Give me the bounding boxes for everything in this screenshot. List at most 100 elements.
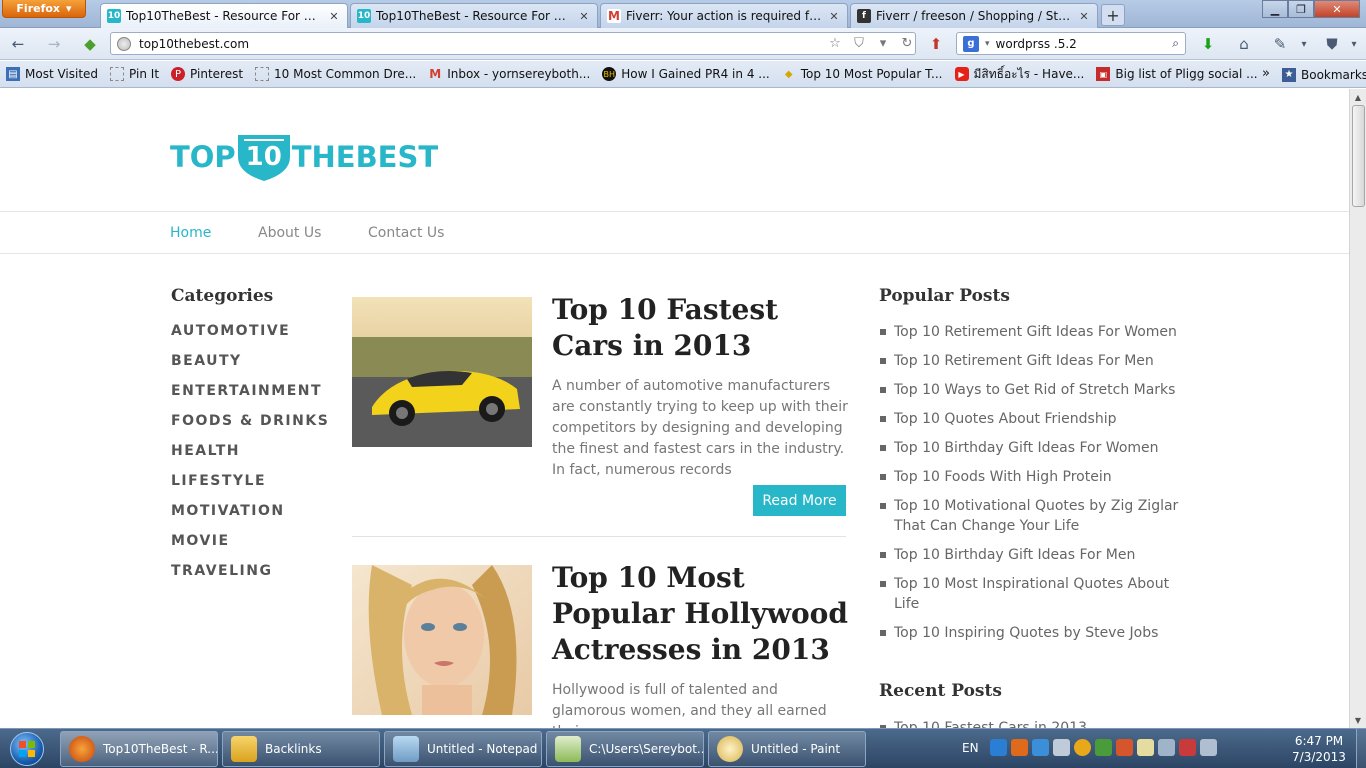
search-input[interactable]: wordprss .5.2 xyxy=(996,37,1167,51)
bookmark-common-dre[interactable]: 10 Most Common Dre... xyxy=(249,67,422,81)
bookmark-top10-popular[interactable]: ◆ Top 10 Most Popular T... xyxy=(776,67,949,81)
popular-post-link[interactable]: Top 10 Inspiring Quotes by Steve Jobs xyxy=(880,623,1180,643)
popular-post-link[interactable]: Top 10 Foods With High Protein xyxy=(880,467,1180,487)
search-icon[interactable]: ⌕ xyxy=(1172,36,1179,51)
page-viewport: TOP 10 THEBEST Home About Us Contact Us … xyxy=(0,89,1349,728)
chevron-double-right-icon[interactable]: » xyxy=(1262,66,1270,81)
app-tray-icon[interactable] xyxy=(1074,739,1091,756)
close-icon[interactable]: ✕ xyxy=(827,9,841,23)
post-thumbnail-actress[interactable] xyxy=(352,565,532,715)
taskbar-item-firefox[interactable]: Top10TheBest - R... xyxy=(60,731,218,767)
taskbar-item-notepad[interactable]: Untitled - Notepad xyxy=(384,731,542,767)
category-link[interactable]: TRAVELING xyxy=(171,563,272,579)
search-bar[interactable]: g ▾ wordprss .5.2 ⌕ xyxy=(956,32,1186,55)
post-thumbnail-car[interactable] xyxy=(352,297,532,447)
taskbar-item-backlinks[interactable]: Backlinks xyxy=(222,731,380,767)
app-tray-icon[interactable] xyxy=(1011,739,1028,756)
bookmark-inbox[interactable]: M Inbox - yornsereyboth... xyxy=(422,67,596,81)
dropbox-icon[interactable] xyxy=(1032,739,1049,756)
nav-contact-us[interactable]: Contact Us xyxy=(368,225,444,241)
popular-post-link[interactable]: Top 10 Motivational Quotes by Zig Ziglar… xyxy=(880,496,1180,536)
back-button[interactable]: ← xyxy=(6,33,30,55)
bookmark-pinterest[interactable]: P Pinterest xyxy=(165,67,249,81)
category-link[interactable]: HEALTH xyxy=(171,443,240,459)
language-indicator[interactable]: EN xyxy=(962,741,979,755)
category-link[interactable]: AUTOMOTIVE xyxy=(171,323,290,339)
bookmark-folder-icon: ▤ xyxy=(6,67,20,81)
popular-post-link[interactable]: Top 10 Retirement Gift Ideas For Men xyxy=(880,351,1180,371)
post-title[interactable]: Top 10 Fastest Cars in 2013 xyxy=(552,292,852,364)
app-tray-icon[interactable] xyxy=(1095,739,1112,756)
url-bar[interactable]: top10thebest.com ☆ ⛉ ▾ ↻ xyxy=(110,32,916,55)
popular-post-link[interactable]: Top 10 Birthday Gift Ideas For Men xyxy=(880,545,1180,565)
nav-home[interactable]: Home xyxy=(170,225,211,241)
popular-post-link[interactable]: Top 10 Quotes About Friendship xyxy=(880,409,1180,429)
browser-tab-2[interactable]: 10 Top10TheBest - Resource For The To...… xyxy=(350,3,598,28)
shield-icon[interactable]: ⛉ xyxy=(851,36,867,51)
addon-person-button[interactable]: ⬆ xyxy=(924,33,948,55)
volume-muted-icon[interactable] xyxy=(1200,739,1217,756)
popular-post-link[interactable]: Top 10 Ways to Get Rid of Stretch Marks xyxy=(880,380,1180,400)
app-tray-icon[interactable] xyxy=(1116,739,1133,756)
close-icon[interactable]: ✕ xyxy=(327,9,341,23)
maximize-button[interactable]: ❐ xyxy=(1288,0,1314,18)
page-icon xyxy=(255,67,270,81)
new-tab-button[interactable]: + xyxy=(1101,4,1125,26)
downloads-button[interactable]: ⬇ xyxy=(1196,33,1220,55)
scroll-down-icon[interactable]: ▼ xyxy=(1350,712,1366,728)
browser-tab-1[interactable]: 10 Top10TheBest - Resource For The To...… xyxy=(100,3,348,28)
scroll-up-icon[interactable]: ▲ xyxy=(1350,89,1366,105)
recent-post-link[interactable]: Top 10 Fastest Cars in 2013 xyxy=(880,718,1180,728)
dropdown-icon[interactable]: ▾ xyxy=(875,36,891,51)
pocket-button[interactable]: ⛊ xyxy=(1320,33,1344,55)
bookmark-label: Top 10 Most Popular T... xyxy=(800,67,943,81)
browser-tab-4[interactable]: f Fiverr / freeson / Shopping / Status o… xyxy=(850,3,1098,28)
minimize-button[interactable]: ▁ xyxy=(1262,0,1288,18)
taskbar-item-paint[interactable]: Untitled - Paint xyxy=(708,731,866,767)
show-desktop-button[interactable] xyxy=(1356,729,1366,768)
display-icon[interactable] xyxy=(1158,739,1175,756)
category-link[interactable]: MOTIVATION xyxy=(171,503,285,519)
category-link[interactable]: FOODS & DRINKS xyxy=(171,413,329,429)
read-more-button[interactable]: Read More xyxy=(753,485,846,516)
app-tray-icon[interactable] xyxy=(1137,739,1154,756)
bookmarks-menu-button[interactable]: ★ Bookmarks xyxy=(1282,61,1366,88)
action-center-icon[interactable] xyxy=(1179,739,1196,756)
popular-post-link[interactable]: Top 10 Retirement Gift Ideas For Women xyxy=(880,322,1180,342)
bluetooth-icon[interactable] xyxy=(990,739,1007,756)
category-link[interactable]: MOVIE xyxy=(171,533,230,549)
reload-icon[interactable]: ↻ xyxy=(899,36,915,51)
bookmark-pligg[interactable]: ▣ Big list of Pligg social ... xyxy=(1090,67,1263,81)
home-button[interactable]: ⌂ xyxy=(1232,33,1256,55)
site-logo[interactable]: TOP 10 THEBEST xyxy=(170,129,470,184)
system-clock[interactable]: 6:47 PM 7/3/2013 xyxy=(1284,733,1354,765)
tab-label: Fiverr: Your action is required for ord.… xyxy=(626,9,822,23)
scroll-thumb[interactable] xyxy=(1352,105,1365,207)
addon-tool-button[interactable]: ✎ xyxy=(1268,33,1292,55)
close-icon[interactable]: ✕ xyxy=(577,9,591,23)
start-button[interactable] xyxy=(4,731,50,767)
popular-post-link[interactable]: Top 10 Birthday Gift Ideas For Women xyxy=(880,438,1180,458)
close-window-button[interactable]: ✕ xyxy=(1314,0,1360,18)
nav-about-us[interactable]: About Us xyxy=(258,225,321,241)
bookmark-thai[interactable]: ▶ มีสิทธิ์อะไร - Have... xyxy=(949,65,1091,84)
star-icon[interactable]: ☆ xyxy=(827,36,843,51)
menu-overflow[interactable]: ▾ xyxy=(1342,33,1366,55)
category-link[interactable]: ENTERTAINMENT xyxy=(171,383,322,399)
category-link[interactable]: LIFESTYLE xyxy=(171,473,266,489)
taskbar-item-explorer[interactable]: C:\Users\Sereybot... xyxy=(546,731,704,767)
bookmark-pr4[interactable]: BH How I Gained PR4 in 4 ... xyxy=(596,67,775,81)
popular-post-link[interactable]: Top 10 Most Inspirational Quotes About L… xyxy=(880,574,1180,614)
network-icon[interactable] xyxy=(1053,739,1070,756)
vertical-scrollbar[interactable]: ▲ ▼ xyxy=(1349,89,1366,728)
firefox-menu-button[interactable]: Firefox ▾ xyxy=(2,0,86,18)
addon-dropdown[interactable]: ▾ xyxy=(1292,33,1316,55)
post-title[interactable]: Top 10 Most Popular Hollywood Actresses … xyxy=(552,560,852,668)
category-link[interactable]: BEAUTY xyxy=(171,353,242,369)
browser-tab-3[interactable]: M Fiverr: Your action is required for or… xyxy=(600,3,848,28)
close-icon[interactable]: ✕ xyxy=(1077,9,1091,23)
forward-button[interactable]: → xyxy=(42,33,66,55)
addon-button[interactable]: ◆ xyxy=(78,33,102,55)
bookmark-pin-it[interactable]: Pin It xyxy=(104,67,165,81)
bookmark-most-visited[interactable]: ▤ Most Visited xyxy=(0,67,104,81)
